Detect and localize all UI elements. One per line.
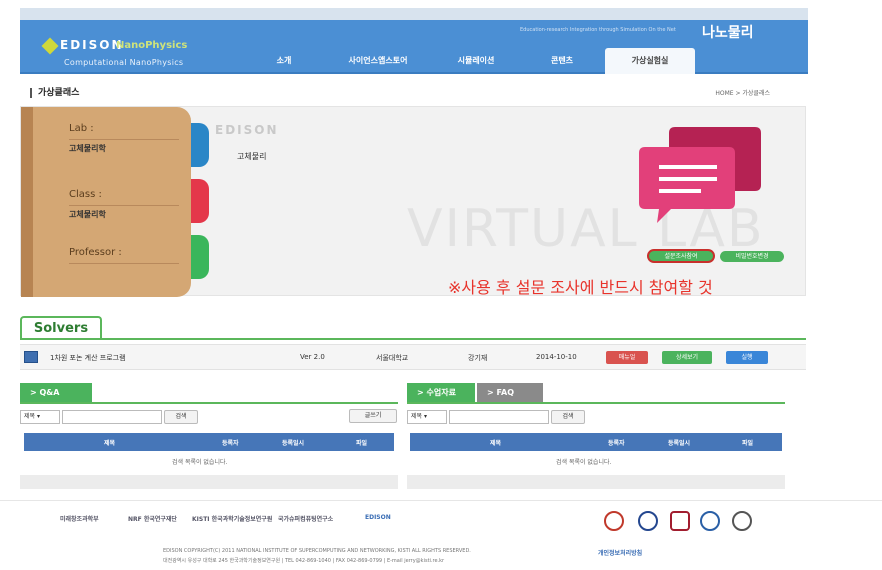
speech-bubbles-icon xyxy=(639,127,761,223)
brand-korean[interactable]: 나노물리 xyxy=(702,22,754,42)
materials-select-value: 제목 xyxy=(411,413,423,420)
detail-button[interactable]: 상세보기 xyxy=(662,351,712,364)
materials-search-field-select[interactable]: 제목 ▾ xyxy=(407,410,447,424)
tab-solvers[interactable]: Solvers xyxy=(20,316,102,340)
university-seal-icon[interactable] xyxy=(700,511,720,531)
page-edison-watermark: EDISON xyxy=(215,123,279,137)
tagline: Education-research Integration through S… xyxy=(520,27,676,33)
footer-logo-msip[interactable]: 미래창조과학부 xyxy=(60,514,99,523)
solvers-underline xyxy=(20,338,806,340)
lab-label: Lab : xyxy=(69,123,94,134)
divider xyxy=(69,139,179,140)
lab-description: 고체물리 xyxy=(237,152,267,161)
nav-item-simulation[interactable]: 시뮬레이션 xyxy=(433,48,519,74)
qna-col-title: 제목 xyxy=(104,440,116,447)
qna-select-value: 제목 xyxy=(24,413,36,420)
materials-table-header: 제목 등록자 등록일시 파일 xyxy=(410,433,782,451)
run-button[interactable]: 실행 xyxy=(726,351,768,364)
qna-col-date: 등록일시 xyxy=(282,440,305,447)
divider xyxy=(69,263,179,264)
university-seal-icon[interactable] xyxy=(638,511,658,531)
footer-divider xyxy=(0,500,882,501)
nav-item-intro[interactable]: 소개 xyxy=(245,48,323,74)
manual-button[interactable]: 매뉴얼 xyxy=(606,351,648,364)
nav-item-virtual-lab[interactable]: 가상실험실 xyxy=(605,48,695,74)
class-value: 고체물리학 xyxy=(69,210,106,219)
qna-underline xyxy=(20,402,398,404)
class-label: Class : xyxy=(69,189,102,200)
qna-pagination xyxy=(20,475,398,489)
tab-faq[interactable]: > FAQ xyxy=(477,383,543,403)
materials-underline xyxy=(407,402,785,404)
qna-table-header: 제목 등록자 등록일시 파일 xyxy=(24,433,394,451)
tab-qna[interactable]: > Q&A xyxy=(20,383,92,403)
solver-author: 강기재 xyxy=(468,354,488,362)
qna-col-file: 파일 xyxy=(356,440,368,447)
lab-value: 고체물리학 xyxy=(69,144,106,153)
tab-materials[interactable]: > 수업자료 xyxy=(407,383,475,403)
materials-search-button[interactable]: 검색 xyxy=(551,410,585,424)
breadcrumb[interactable]: HOME > 가상클래스 xyxy=(715,88,770,97)
materials-col-date: 등록일시 xyxy=(668,440,691,447)
change-password-button[interactable]: 비밀번호변경 xyxy=(720,251,784,262)
privacy-policy-link[interactable]: 개인정보처리방침 xyxy=(598,548,642,557)
materials-col-file: 파일 xyxy=(742,440,754,447)
address-text: 대전광역시 유성구 대학로 245 한국과학기술정보연구원 | TEL 042-… xyxy=(163,558,445,564)
header-top-strip xyxy=(20,8,808,20)
materials-pagination xyxy=(407,475,785,489)
footer-logo-nisn[interactable]: 국가슈퍼컴퓨팅연구소 xyxy=(278,514,333,523)
book-tab-red[interactable] xyxy=(191,179,209,223)
solver-row: 1차원 포논 계산 프로그램 Ver 2.0 서울대학교 강기재 2014-10… xyxy=(20,344,806,370)
program-icon xyxy=(24,351,38,363)
professor-label: Professor : xyxy=(69,247,122,258)
copyright-text: EDISON COPYRIGHT(C) 2011 NATIONAL INSTIT… xyxy=(163,548,471,554)
divider xyxy=(69,205,179,206)
book-tab-green[interactable] xyxy=(191,235,209,279)
materials-empty-message: 검색 목록이 없습니다. xyxy=(556,459,612,466)
solver-name[interactable]: 1차원 포논 계산 프로그램 xyxy=(50,353,126,363)
nav-item-contents[interactable]: 콘텐츠 xyxy=(519,48,605,74)
qna-write-button[interactable]: 글쓰기 xyxy=(349,409,397,423)
logo-subtitle: Computational NanoPhysics xyxy=(64,58,184,67)
footer-logo-edison[interactable]: EDISON xyxy=(365,514,391,521)
solver-date: 2014-10-10 xyxy=(536,353,577,361)
logo-cube-icon xyxy=(41,37,59,55)
qna-search-field-select[interactable]: 제목 ▾ xyxy=(20,410,60,424)
site-header: EDISON NanoPhysics Computational NanoPhy… xyxy=(20,8,808,74)
materials-search-input[interactable] xyxy=(449,410,549,424)
kaist-seal-icon[interactable] xyxy=(732,511,752,531)
nav-item-app-store[interactable]: 사이언스앱스토어 xyxy=(323,48,433,74)
book-tab-blue[interactable] xyxy=(191,123,209,167)
materials-col-author: 등록자 xyxy=(608,440,625,447)
virtual-lab-panel: VIRTUAL LAB Lab : 고체물리학 Class : 고체물리학 Pr… xyxy=(20,106,806,297)
qna-empty-message: 검색 목록이 없습니다. xyxy=(172,459,228,466)
solver-version: Ver 2.0 xyxy=(300,353,325,361)
qna-col-author: 등록자 xyxy=(222,440,239,447)
lab-info-book: Lab : 고체물리학 Class : 고체물리학 Professor : xyxy=(21,107,191,297)
qna-search-button[interactable]: 검색 xyxy=(164,410,198,424)
university-seal-icon[interactable] xyxy=(604,511,624,531)
qna-search-input[interactable] xyxy=(62,410,162,424)
logo-product[interactable]: NanoPhysics xyxy=(116,40,187,51)
page-title: 가상클래스 xyxy=(30,88,79,98)
footer-logo-kisti[interactable]: KISTI 한국과학기술정보연구원 xyxy=(192,514,272,523)
survey-notice: ※사용 후 설문 조사에 반드시 참여할 것 xyxy=(448,278,713,297)
main-nav: 소개 사이언스앱스토어 시뮬레이션 콘텐츠 가상실험실 xyxy=(245,48,695,74)
solver-org: 서울대학교 xyxy=(376,354,409,362)
materials-col-title: 제목 xyxy=(490,440,502,447)
logo-edison[interactable]: EDISON xyxy=(60,38,124,52)
university-shield-icon[interactable] xyxy=(670,511,690,531)
survey-button[interactable]: 설문조사참여 xyxy=(647,249,715,263)
footer-logo-nrf[interactable]: NRF 한국연구재단 xyxy=(128,514,177,523)
